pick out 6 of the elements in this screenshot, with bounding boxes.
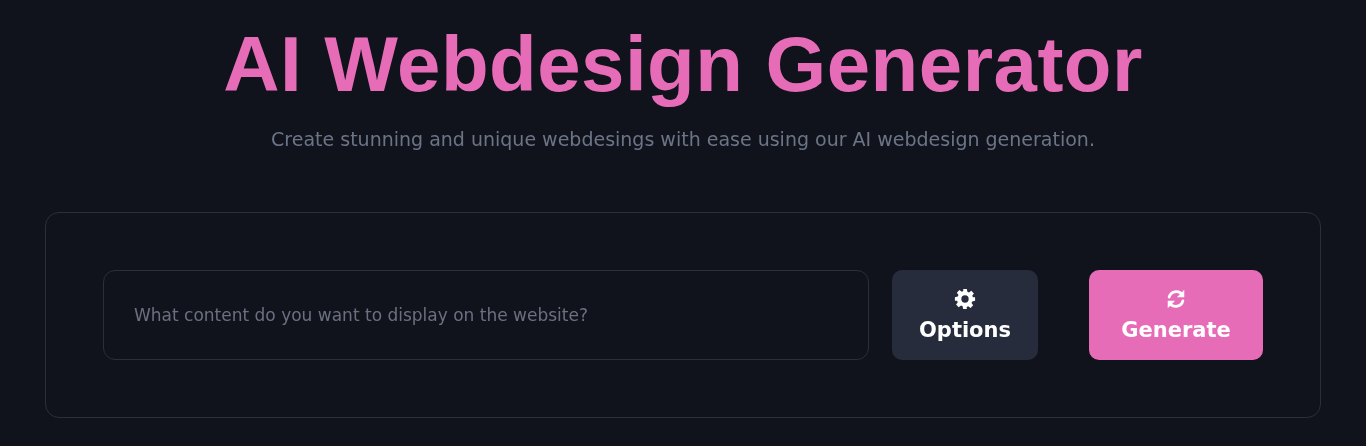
prompt-input-field[interactable]: What content do you want to display on the website?: [103, 270, 869, 360]
refresh-icon: [1165, 288, 1187, 310]
page-subtitle: Create stunning and unique webdesings with ease using our AI webdesign generation.: [271, 128, 1095, 150]
gear-icon: [954, 288, 976, 310]
options-button[interactable]: Options: [892, 270, 1038, 360]
page-title: AI Webdesign Generator: [223, 19, 1143, 110]
